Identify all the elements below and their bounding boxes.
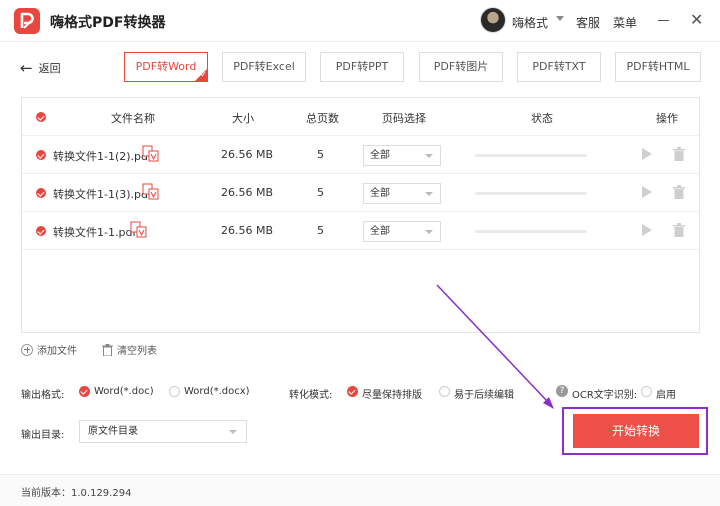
annotation-arrow — [436, 284, 554, 409]
version-text: 当前版本：1.0.129.294 — [21, 488, 132, 499]
status-bar: 当前版本：1.0.129.294 — [0, 474, 720, 506]
